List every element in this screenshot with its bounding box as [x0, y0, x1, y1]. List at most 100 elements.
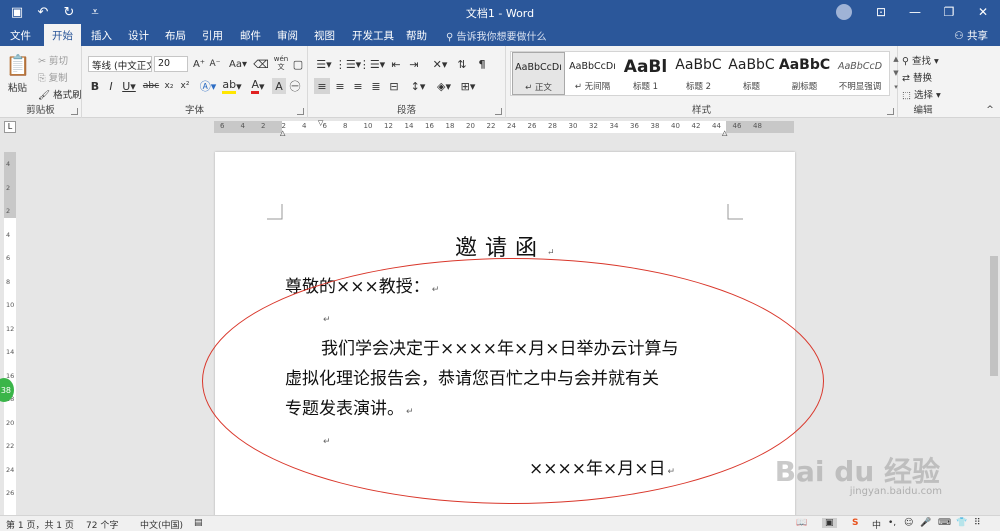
- copy-button[interactable]: ⎘ 复制: [38, 70, 68, 84]
- char-border-icon[interactable]: ▢: [292, 56, 304, 72]
- clipboard-launcher-icon[interactable]: [71, 108, 78, 115]
- collapse-ribbon-icon[interactable]: ^: [984, 104, 996, 116]
- style-normal[interactable]: AaBbCcDı ↵ 正文: [512, 52, 565, 95]
- paste-label[interactable]: 粘贴: [8, 80, 27, 94]
- highlight-icon[interactable]: ab ▾: [222, 78, 242, 94]
- enclose-char-icon[interactable]: ㊀: [288, 78, 302, 94]
- right-indent-marker-icon[interactable]: △: [722, 129, 727, 137]
- style-heading-2[interactable]: AaBbC 标题 2: [672, 52, 725, 95]
- tab-home[interactable]: 开始: [44, 24, 81, 46]
- clear-format-icon[interactable]: ⌫: [253, 56, 269, 72]
- font-launcher-icon[interactable]: [297, 108, 304, 115]
- avatar[interactable]: [836, 4, 852, 20]
- replace-button[interactable]: ⇄ 替换: [902, 70, 932, 84]
- ime-icon[interactable]: S: [852, 518, 858, 528]
- first-line-indent-icon[interactable]: ▽: [318, 119, 323, 127]
- align-center-icon[interactable]: ≡: [332, 78, 348, 94]
- ime-mode-icon[interactable]: 中: [872, 518, 881, 531]
- grow-font-icon[interactable]: A⁺: [192, 56, 206, 72]
- format-painter-button[interactable]: 🖌 格式刷: [38, 87, 82, 101]
- close-icon[interactable]: ✕: [966, 0, 1000, 24]
- vertical-scrollbar[interactable]: [988, 136, 1000, 515]
- change-case-button[interactable]: Aa ▾: [228, 56, 248, 72]
- word-count[interactable]: 72 个字: [86, 518, 118, 531]
- tab-references[interactable]: 引用: [202, 28, 223, 43]
- tab-developer[interactable]: 开发工具: [352, 28, 394, 43]
- restore-icon[interactable]: ❐: [932, 0, 966, 24]
- vertical-ruler[interactable]: 422468101214161820222426: [4, 152, 16, 520]
- paragraph-group-label: 段落: [396, 105, 416, 116]
- macro-icon[interactable]: ▤: [194, 518, 203, 528]
- share-button[interactable]: ⚇ 共享: [954, 28, 988, 43]
- ribbon-display-icon[interactable]: ⊡: [864, 0, 898, 24]
- tab-layout[interactable]: 布局: [165, 28, 186, 43]
- paragraph-launcher-icon[interactable]: [495, 108, 502, 115]
- bold-icon[interactable]: B: [88, 78, 102, 94]
- voice-icon[interactable]: 🎤: [920, 518, 931, 528]
- phonetic-guide-button[interactable]: wén 文: [272, 54, 290, 72]
- sort-icon[interactable]: ⇅: [454, 56, 470, 72]
- punctuation-icon[interactable]: •,: [888, 518, 896, 528]
- justify-icon[interactable]: ≣: [368, 78, 384, 94]
- multilevel-list-icon[interactable]: ⋮☰▾: [359, 56, 385, 72]
- tab-selector-icon[interactable]: L: [4, 121, 16, 133]
- italic-icon[interactable]: I: [104, 78, 118, 94]
- style-heading-1[interactable]: AaBl 标题 1: [619, 52, 672, 95]
- line-spacing-icon[interactable]: ↕▾: [408, 78, 428, 94]
- subscript-icon[interactable]: x₂: [162, 78, 176, 94]
- ruler-tick-label: 26: [6, 489, 15, 497]
- superscript-icon[interactable]: x²: [178, 78, 192, 94]
- shrink-font-icon[interactable]: A⁻: [208, 56, 222, 72]
- cut-button[interactable]: ✂ 剪切: [38, 53, 68, 67]
- numbering-icon[interactable]: ⋮☰▾: [335, 56, 361, 72]
- shading-icon[interactable]: ◈▾: [434, 78, 454, 94]
- align-left-icon[interactable]: ≡: [314, 78, 330, 94]
- paste-icon[interactable]: 📋: [6, 52, 31, 78]
- bullets-icon[interactable]: ☰▾: [314, 56, 334, 72]
- strikethrough-icon[interactable]: abc: [142, 78, 160, 94]
- ruler-tick-label: 6: [220, 122, 225, 130]
- show-marks-icon[interactable]: ¶: [474, 56, 490, 72]
- distributed-icon[interactable]: ⊟: [386, 78, 402, 94]
- emoji-icon[interactable]: ☺: [904, 518, 913, 528]
- text-effects-icon[interactable]: Ⓐ▾: [198, 78, 218, 94]
- ime-menu-icon[interactable]: ⠿: [974, 518, 981, 528]
- font-color-icon[interactable]: A ▾: [248, 78, 268, 94]
- style-no-spacing[interactable]: AaBbCcDı ↵ 无间隔: [566, 52, 619, 95]
- minimize-icon[interactable]: —: [898, 0, 932, 24]
- find-button[interactable]: ⚲ 查找 ▾: [902, 53, 939, 67]
- style-subtle-emphasis[interactable]: AaBbCcD 不明显强调: [831, 52, 889, 95]
- left-indent-marker-icon[interactable]: △: [280, 129, 285, 137]
- borders-icon[interactable]: ⊞▾: [458, 78, 478, 94]
- tab-file[interactable]: 文件: [10, 28, 31, 43]
- tab-mailings[interactable]: 邮件: [240, 28, 261, 43]
- print-layout-icon[interactable]: ▣: [822, 518, 837, 528]
- read-mode-icon[interactable]: 📖: [796, 518, 807, 528]
- select-button[interactable]: ⬚ 选择 ▾: [902, 87, 941, 101]
- font-name-select[interactable]: 等线 (中文正文): [88, 56, 152, 72]
- decrease-indent-icon[interactable]: ⇤: [388, 56, 404, 72]
- scrollbar-thumb[interactable]: [990, 256, 998, 376]
- paragraph-group: ☰▾ ⋮☰▾ ⋮☰▾ ⇤ ⇥ ✕▾ ⇅ ¶ ≡ ≡ ≡ ≣ ⊟ ↕▾ ◈▾ ⊞▾…: [308, 46, 506, 118]
- ime-tools-icon[interactable]: 👕: [956, 518, 967, 528]
- tell-me-box[interactable]: ⚲ 告诉我你想要做什么: [446, 28, 547, 43]
- tab-insert[interactable]: 插入: [91, 28, 112, 43]
- keyboard-icon[interactable]: ⌨: [938, 518, 951, 528]
- language-indicator[interactable]: 中文(中国): [140, 518, 183, 531]
- clipboard-group: 📋 粘贴 ✂ 剪切 ⎘ 复制 🖌 格式刷 剪贴板: [0, 46, 82, 118]
- styles-launcher-icon[interactable]: [887, 108, 894, 115]
- style-title[interactable]: AaBbC 标题: [725, 52, 778, 95]
- char-shading-icon[interactable]: A: [272, 78, 286, 94]
- horizontal-ruler[interactable]: 6 4 2 2 4 6 8 10 12 14 16 18 20 22 24 26 28 30 32 34 36 38 40 4…: [214, 119, 794, 137]
- tab-help[interactable]: 帮助: [406, 28, 427, 43]
- tab-review[interactable]: 审阅: [277, 28, 298, 43]
- align-right-icon[interactable]: ≡: [350, 78, 366, 94]
- font-size-select[interactable]: 20: [154, 56, 188, 72]
- style-subtitle[interactable]: AaBbC 副标题: [778, 52, 831, 95]
- underline-icon[interactable]: U▾: [120, 78, 138, 94]
- tab-design[interactable]: 设计: [128, 28, 149, 43]
- tab-view[interactable]: 视图: [314, 28, 335, 43]
- increase-indent-icon[interactable]: ⇥: [406, 56, 422, 72]
- chinese-layout-icon[interactable]: ✕▾: [430, 56, 450, 72]
- page-count[interactable]: 第 1 页，共 1 页: [6, 518, 74, 531]
